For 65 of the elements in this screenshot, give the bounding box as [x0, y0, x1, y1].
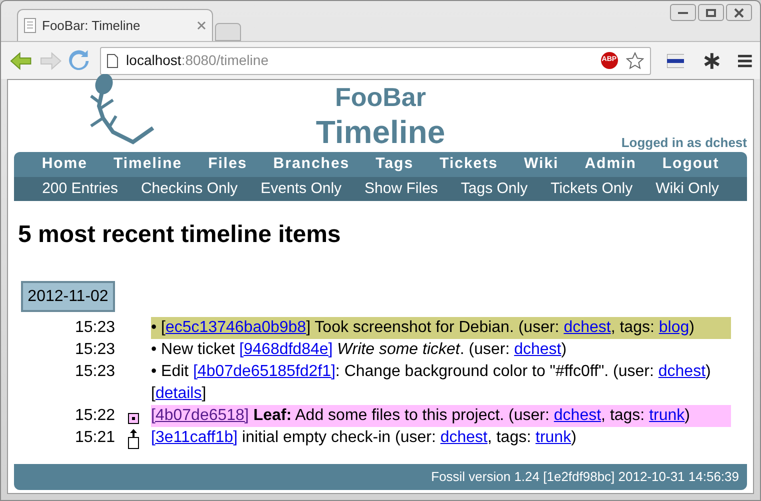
- entry-link[interactable]: dchest: [658, 363, 706, 380]
- maximize-button[interactable]: [698, 4, 724, 21]
- submenu-link[interactable]: 200 Entries: [42, 178, 118, 200]
- login-status: Logged in as dchest: [621, 134, 747, 152]
- page-heading: 5 most recent timeline items: [18, 221, 342, 249]
- entry-link[interactable]: trunk: [649, 407, 685, 424]
- entry-link[interactable]: [9468dfd84e]: [239, 341, 333, 358]
- close-button[interactable]: [726, 4, 752, 21]
- entry-link[interactable]: dchest: [564, 319, 611, 336]
- minimize-icon: [678, 12, 688, 14]
- arrow-icon: [130, 429, 136, 437]
- menu-link[interactable]: Branches: [273, 153, 350, 176]
- entry-time: 15:23: [74, 340, 115, 360]
- submenu-link[interactable]: Show Files: [364, 178, 438, 200]
- entry-link[interactable]: details: [155, 385, 202, 402]
- entry-time: 15:21: [74, 428, 115, 448]
- back-icon[interactable]: [9, 50, 33, 70]
- tab-title: FooBar: Timeline: [42, 16, 142, 35]
- asterisk-icon[interactable]: [704, 52, 720, 68]
- menu-link[interactable]: Wiki: [524, 153, 559, 176]
- page-icon: [107, 54, 118, 68]
- entry-time: 15:22: [74, 406, 115, 426]
- menu-link[interactable]: Timeline: [114, 153, 182, 176]
- entry-link[interactable]: trunk: [536, 429, 572, 446]
- page-title: Timeline: [316, 113, 446, 151]
- close-icon[interactable]: [197, 21, 206, 30]
- timeline-entry: • Edit [4b07de65185fd2f1]: Change background color to "#ffc0ff". (user: dchest) [details]: [151, 362, 712, 404]
- minimize-button[interactable]: [670, 4, 696, 21]
- menu-link[interactable]: Admin: [584, 153, 636, 176]
- entry-link[interactable]: dchest: [514, 341, 562, 358]
- entry-link[interactable]: dchest: [554, 407, 602, 424]
- date-label: 2012-11-02: [21, 281, 115, 312]
- close-icon: [734, 8, 744, 18]
- menu-link[interactable]: Logout: [662, 153, 720, 176]
- entry-link[interactable]: blog: [658, 319, 690, 336]
- timeline-entry: [3e11caff1b] initial empty check-in (user: dchest, tags: trunk): [151, 428, 578, 448]
- entry-link[interactable]: [3e11caff1b]: [151, 429, 238, 446]
- timeline-entry: • [ec5c13746ba0b9b8] Took screenshot for Debian. (user: dchest, tags: blog): [151, 317, 731, 339]
- entry-time: 15:23: [74, 318, 115, 338]
- menu-link[interactable]: Tags: [376, 153, 414, 176]
- submenu-link[interactable]: Events Only: [260, 178, 342, 200]
- menu-link[interactable]: Home: [42, 153, 88, 176]
- entry-link[interactable]: [4b07de65185fd2f1]: [193, 363, 336, 380]
- timeline-entry: • New ticket [9468dfd84e] Write some ticket. (user: dchest): [151, 340, 568, 360]
- timeline-entry: [4b07de6518] Leaf: Add some files to this project. (user: dchest, tags: trunk): [151, 405, 731, 427]
- version-info: Fossil version 1.24 [1e2fdf98bc] 2012-10-31 14:56:39: [431, 468, 739, 486]
- flag-icon[interactable]: [666, 54, 684, 68]
- submenu-link[interactable]: Tickets Only: [550, 178, 633, 200]
- maximize-icon: [706, 8, 716, 16]
- document-icon: [24, 18, 36, 33]
- browser-tab[interactable]: FooBar: Timeline: [17, 9, 213, 41]
- submenu-link[interactable]: Tags Only: [460, 178, 528, 200]
- url-path: :8080/timeline: [181, 52, 268, 68]
- entry-link[interactable]: [4b07de6518]: [151, 407, 249, 424]
- submenu-link[interactable]: Checkins Only: [140, 178, 238, 200]
- submenu-link[interactable]: Wiki Only: [656, 178, 719, 200]
- project-name: FooBar: [335, 81, 426, 113]
- menu-icon[interactable]: [738, 54, 752, 68]
- url-host: localhost: [126, 52, 182, 68]
- entry-link[interactable]: dchest: [440, 429, 488, 446]
- entry-link[interactable]: ec5c13746ba0b9b8: [166, 319, 306, 336]
- entry-time: 15:23: [74, 362, 115, 382]
- star-icon[interactable]: [626, 52, 644, 70]
- menu-link[interactable]: Files: [208, 153, 248, 176]
- menu-link[interactable]: Tickets: [440, 153, 498, 176]
